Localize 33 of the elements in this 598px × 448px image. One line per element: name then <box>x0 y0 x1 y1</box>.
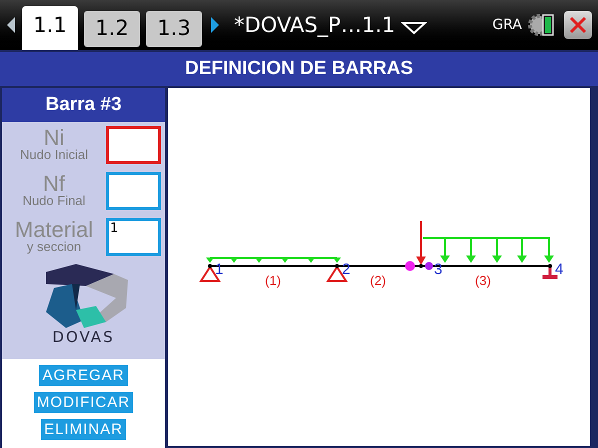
node-dot <box>548 264 552 268</box>
input-field[interactable] <box>106 172 161 210</box>
bar-label: (3) <box>475 273 491 288</box>
document-title: *DOVAS_P…1.1 <box>234 14 396 36</box>
field-sublabel: y seccion <box>26 240 82 254</box>
tab[interactable]: 1.2 <box>84 11 140 47</box>
right-arrow-icon[interactable] <box>210 16 220 34</box>
dropdown-icon[interactable] <box>401 21 428 35</box>
left-arrow-icon[interactable] <box>6 16 16 34</box>
node-dot <box>419 264 423 268</box>
node-label: 4 <box>555 261 564 278</box>
input-field[interactable]: 1 <box>106 218 161 256</box>
logo-text: DOVAS <box>52 330 115 345</box>
tab[interactable]: 1.3 <box>146 11 202 47</box>
panel-title: Barra #3 <box>2 88 165 122</box>
close-icon <box>569 16 587 34</box>
field-label: Ni <box>44 128 64 148</box>
field-sublabel: Nudo Final <box>22 194 86 208</box>
hinge-dot <box>405 261 415 271</box>
hinge-dot <box>425 262 433 270</box>
mode-indicator: GRA <box>492 18 522 32</box>
tab[interactable]: 1.1 <box>22 6 78 50</box>
point-load-arrow <box>416 221 426 265</box>
bar-label: (1) <box>265 273 281 288</box>
input-field[interactable] <box>106 126 161 164</box>
field-sublabel: Nudo Inicial <box>20 148 88 162</box>
node-dot <box>208 264 212 268</box>
field-label: Nf <box>43 174 65 194</box>
close-button[interactable] <box>564 11 592 39</box>
node-dot <box>335 264 339 268</box>
bar-label: (2) <box>370 273 386 288</box>
screen-title: DEFINICION DE BARRAS <box>0 52 598 86</box>
field-label: Material <box>14 220 94 240</box>
